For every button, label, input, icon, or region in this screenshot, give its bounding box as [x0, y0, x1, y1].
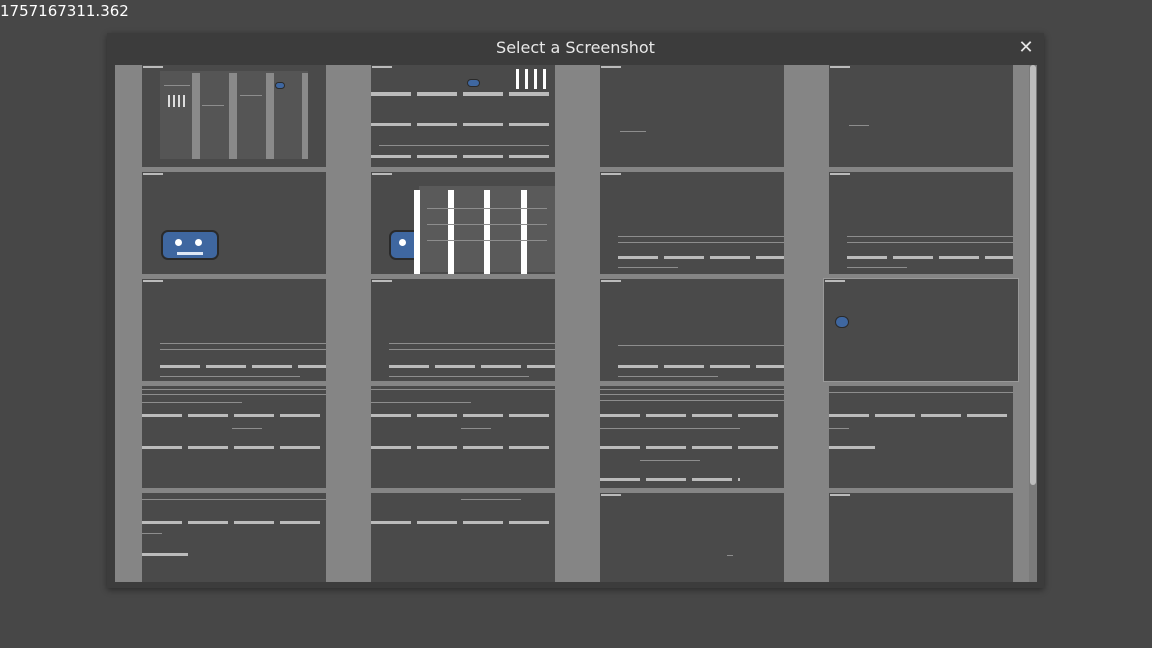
screenshot-thumbnail[interactable]: [829, 493, 1013, 582]
screenshot-thumbnail[interactable]: [829, 172, 1013, 274]
screenshot-thumbnail[interactable]: [371, 279, 555, 381]
grid-scrollbar[interactable]: [1029, 65, 1037, 582]
timestamp-label: 1757167311.362: [0, 2, 129, 20]
select-screenshot-dialog: Select a Screenshot ✕: [107, 33, 1044, 588]
screenshot-thumbnail[interactable]: [142, 279, 326, 381]
screenshot-thumbnail[interactable]: [600, 386, 784, 488]
screenshot-thumbnail[interactable]: [142, 386, 326, 488]
screenshot-thumbnail[interactable]: [142, 172, 326, 274]
screenshot-thumbnail[interactable]: [371, 65, 555, 167]
screenshot-thumbnail[interactable]: [600, 172, 784, 274]
screenshot-thumbnail[interactable]: [600, 493, 784, 582]
screenshot-thumbnail[interactable]: [600, 279, 784, 381]
screenshot-thumbnail[interactable]: [371, 172, 555, 274]
screenshot-thumbnail[interactable]: [600, 65, 784, 167]
close-icon[interactable]: ✕: [1017, 39, 1035, 57]
scrollbar-thumb[interactable]: [1030, 65, 1036, 485]
screenshot-grid: [115, 65, 1037, 582]
screenshot-thumbnail-selected[interactable]: [823, 278, 1019, 382]
dialog-title: Select a Screenshot: [496, 38, 655, 57]
screenshot-thumbnail[interactable]: [142, 493, 326, 582]
screenshot-thumbnail[interactable]: [829, 65, 1013, 167]
screenshot-thumbnail[interactable]: [371, 386, 555, 488]
screenshot-thumbnail[interactable]: [829, 386, 1013, 488]
screenshot-thumbnail[interactable]: [371, 493, 555, 582]
screenshot-thumbnail[interactable]: [142, 65, 326, 167]
